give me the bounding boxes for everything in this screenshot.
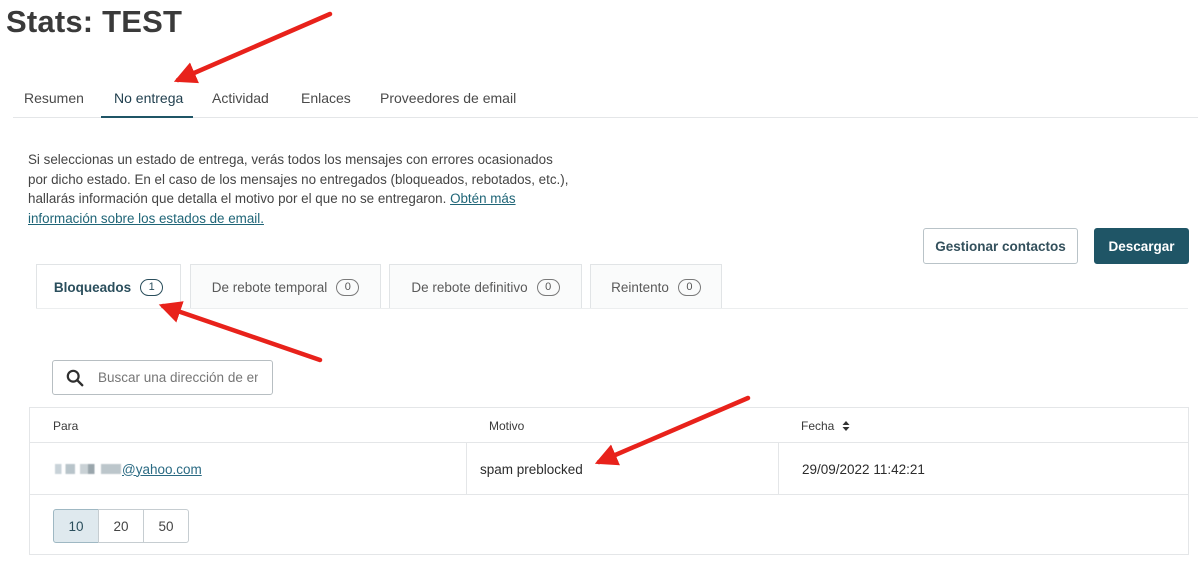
download-button[interactable]: Descargar <box>1094 228 1189 264</box>
subtab-label: Bloqueados <box>53 279 132 295</box>
sort-icon <box>842 421 850 431</box>
column-header-motivo: Motivo <box>489 419 525 433</box>
tab-proveedores-de-email[interactable]: Proveedores de email <box>380 90 516 106</box>
tab-enlaces[interactable]: Enlaces <box>301 90 351 106</box>
tab-no-entrega[interactable]: No entrega <box>114 90 183 106</box>
page-title: Stats: TEST <box>6 4 183 39</box>
active-tab-indicator <box>101 116 193 118</box>
search-input[interactable] <box>98 370 258 385</box>
subtab-reintento[interactable]: Reintento 0 <box>590 264 722 309</box>
subtab-de-rebote-definitivo[interactable]: De rebote definitivo 0 <box>389 264 582 309</box>
table-header: Para Motivo Fecha <box>30 408 1188 443</box>
count-badge: 0 <box>677 278 701 296</box>
recipient-cell: @yahoo.com <box>55 443 202 495</box>
subtab-label: De rebote temporal <box>211 279 328 295</box>
redacted-username <box>55 464 121 474</box>
arrow-to-bloqueados-tab <box>158 301 323 363</box>
column-divider <box>466 443 467 495</box>
search-icon <box>66 369 84 386</box>
blocked-messages-table: Para Motivo Fecha @yahoo.com spam preblo… <box>29 407 1189 555</box>
fecha-label: Fecha <box>801 419 835 433</box>
arrow-to-no-entrega-tab <box>173 11 333 84</box>
date-cell: 29/09/2022 11:42:21 <box>802 461 925 477</box>
recipient-email-link[interactable]: @yahoo.com <box>122 462 202 477</box>
manage-contacts-button[interactable]: Gestionar contactos <box>923 228 1078 264</box>
page-size-selector: 10 20 50 <box>53 509 189 543</box>
count-badge: 0 <box>336 278 360 296</box>
email-search-box[interactable] <box>52 360 273 395</box>
count-badge: 0 <box>536 278 560 296</box>
subtab-bloqueados[interactable]: Bloqueados 1 <box>36 264 181 309</box>
page-size-10[interactable]: 10 <box>53 509 99 543</box>
column-divider <box>778 443 779 495</box>
delivery-status-description: Si seleccionas un estado de entrega, ver… <box>28 150 573 228</box>
reason-cell: spam preblocked <box>480 461 583 477</box>
page-size-50[interactable]: 50 <box>143 509 189 543</box>
table-row: @yahoo.com spam preblocked 29/09/2022 11… <box>30 443 1188 495</box>
column-header-para: Para <box>53 419 79 433</box>
tab-resumen[interactable]: Resumen <box>24 90 84 106</box>
subtab-label: Reintento <box>611 279 669 295</box>
subtab-label: De rebote definitivo <box>411 279 528 295</box>
main-tabs: Resumen No entrega Actividad Enlaces Pro… <box>13 80 1198 118</box>
column-header-fecha[interactable]: Fecha <box>801 419 850 433</box>
subtabs-divider <box>36 308 1188 309</box>
subtab-de-rebote-temporal[interactable]: De rebote temporal 0 <box>190 264 381 309</box>
count-badge: 1 <box>140 278 164 296</box>
tab-actividad[interactable]: Actividad <box>212 90 269 106</box>
page-size-20[interactable]: 20 <box>98 509 144 543</box>
